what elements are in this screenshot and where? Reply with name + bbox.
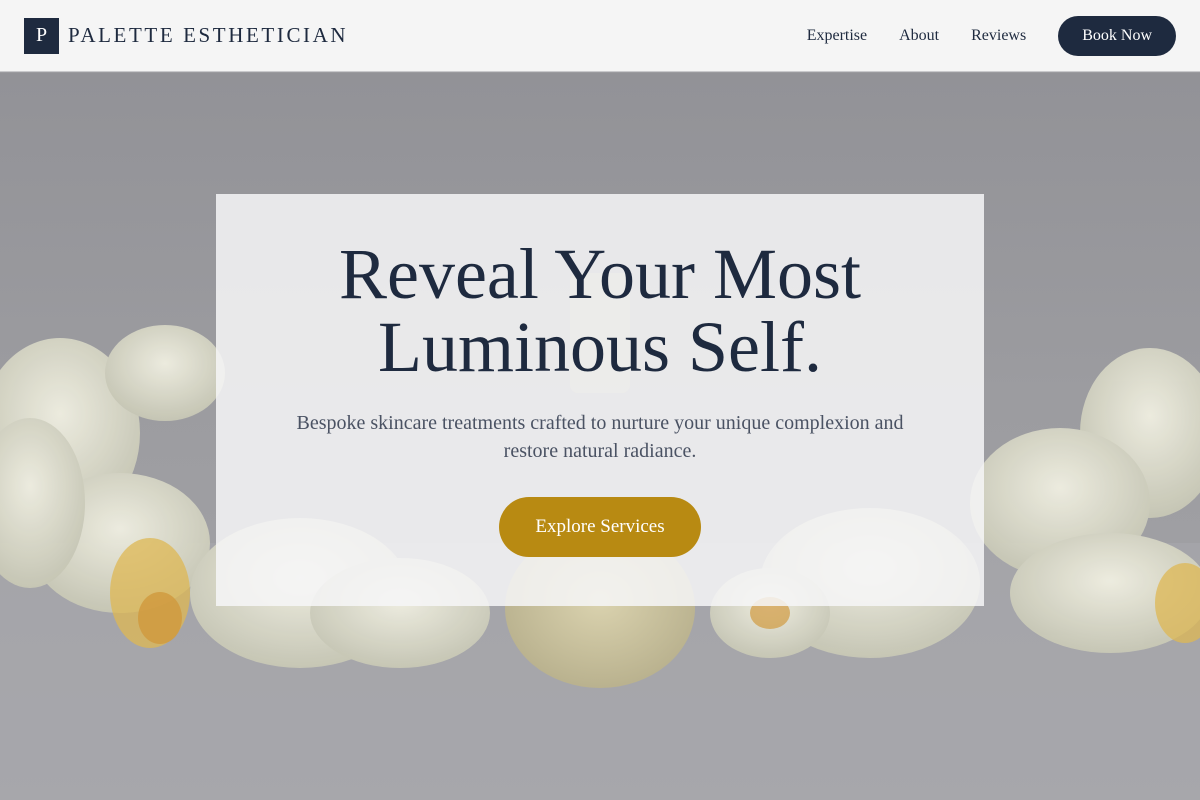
nav-link-reviews[interactable]: Reviews	[971, 27, 1026, 45]
hero-title-line-2: Luminous Self.	[378, 307, 822, 387]
hero-title-line-1: Reveal Your Most	[338, 234, 862, 314]
nav-link-expertise[interactable]: Expertise	[807, 27, 867, 45]
nav-links: Expertise About Reviews Book Now	[807, 15, 1176, 56]
book-now-button[interactable]: Book Now	[1058, 15, 1176, 56]
hero-card: Reveal Your Most Luminous Self. Bespoke …	[216, 194, 984, 606]
top-navbar: P PALETTE ESTHETICIAN Expertise About Re…	[0, 0, 1200, 72]
hero-title: Reveal Your Most Luminous Self.	[320, 238, 880, 384]
brand-name: PALETTE ESTHETICIAN	[68, 23, 349, 47]
explore-services-button[interactable]: Explore Services	[499, 497, 701, 557]
nav-link-about[interactable]: About	[899, 27, 939, 45]
brand-mark: P	[24, 17, 59, 54]
brand-logo[interactable]: P PALETTE ESTHETICIAN	[24, 17, 349, 54]
hero-subtitle: Bespoke skincare treatments crafted to n…	[296, 412, 904, 462]
